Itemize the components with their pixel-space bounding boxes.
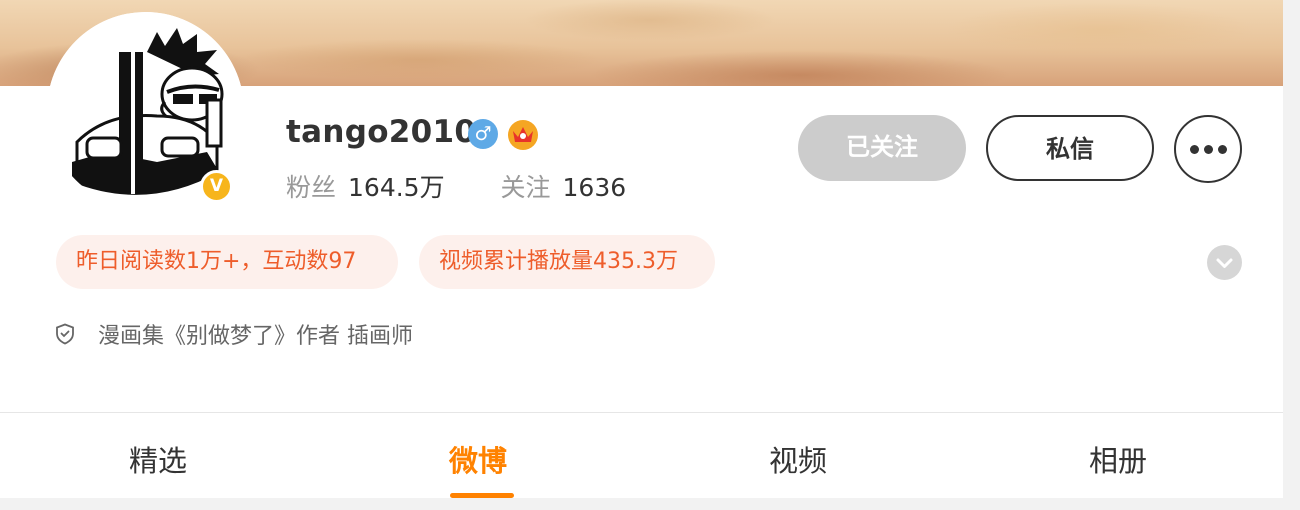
bio-text: 漫画集《别做梦了》作者 插画师 xyxy=(98,324,413,349)
chevron-down-icon[interactable] xyxy=(1207,245,1242,280)
verified-badge-icon: V xyxy=(200,170,233,203)
tab-divider xyxy=(0,412,1283,413)
tab-album[interactable]: 相册 xyxy=(1089,438,1147,480)
message-button[interactable]: 私信 xyxy=(986,115,1154,181)
shield-icon xyxy=(56,323,74,345)
more-button[interactable] xyxy=(1174,115,1242,183)
male-icon: ♂ xyxy=(468,119,498,149)
fans-label: 粉丝 xyxy=(286,173,337,202)
tab-featured[interactable]: 精选 xyxy=(129,438,187,480)
following-count: 1636 xyxy=(562,173,627,202)
active-tab-indicator xyxy=(450,493,514,498)
username: tango2010 xyxy=(286,114,477,150)
following-label: 关注 xyxy=(500,173,551,202)
following-stat[interactable]: 关注 1636 xyxy=(501,173,627,202)
tab-weibo[interactable]: 微博 xyxy=(449,438,507,480)
fans-stat[interactable]: 粉丝 164.5万 xyxy=(286,173,453,202)
fans-count: 164.5万 xyxy=(348,173,445,202)
followed-button[interactable]: 已关注 xyxy=(798,115,966,181)
profile-card: V tango2010 ♂ 粉丝 164.5万 关注 1636 已关注 私信 昨日阅… xyxy=(0,0,1283,498)
tab-video[interactable]: 视频 xyxy=(769,438,827,480)
video-plays-highlight[interactable]: 视频累计播放量435.3万 xyxy=(419,235,715,289)
vip-crown-icon[interactable] xyxy=(506,117,540,151)
profile-stats: 粉丝 164.5万 关注 1636 xyxy=(286,168,626,204)
reads-highlight[interactable]: 昨日阅读数1万+，互动数97 xyxy=(56,235,398,289)
more-dots-icon xyxy=(1190,145,1199,154)
